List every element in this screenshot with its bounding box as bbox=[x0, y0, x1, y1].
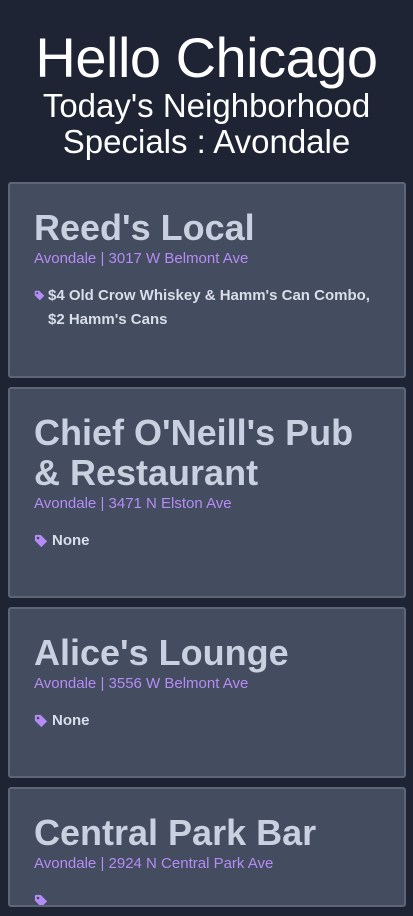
bar-special-text: $4 Old Crow Whiskey & Hamm's Can Combo, … bbox=[48, 287, 370, 328]
bar-address: Avondale | 3471 N Elston Ave bbox=[34, 495, 232, 512]
bar-special-text: None bbox=[52, 532, 90, 549]
bar-name: Alice's Lounge bbox=[34, 632, 289, 673]
bar-address: Avondale | 3556 W Belmont Ave bbox=[34, 675, 249, 692]
bar-address: Avondale | 2924 N Central Park Ave bbox=[34, 855, 274, 872]
bar-name: Central Park Bar bbox=[34, 812, 317, 853]
bar-special-text: None bbox=[52, 712, 90, 729]
page-title: Hello Chicago bbox=[35, 26, 378, 89]
bar-card[interactable]: Central Park Bar Avondale | 2924 N Centr… bbox=[8, 787, 406, 907]
tag-icon bbox=[34, 714, 48, 728]
bar-address: Avondale | 3017 W Belmont Ave bbox=[34, 250, 249, 267]
bar-list: Reed's Local Avondale | 3017 W Belmont A… bbox=[8, 182, 406, 916]
bar-card[interactable]: Chief O'Neill's Pub & Restaurant Avondal… bbox=[8, 387, 406, 598]
tag-icon bbox=[34, 534, 48, 548]
bar-special bbox=[34, 889, 380, 905]
bar-name: Reed's Local bbox=[34, 207, 255, 248]
bar-special: $4 Old Crow Whiskey & Hamm's Can Combo, … bbox=[34, 284, 380, 332]
bar-special: None bbox=[34, 709, 380, 733]
page-header: Hello Chicago Today's Neighborhood Speci… bbox=[0, 0, 413, 160]
tag-icon bbox=[34, 290, 45, 301]
bar-special: None bbox=[34, 529, 380, 553]
bar-card[interactable]: Alice's Lounge Avondale | 3556 W Belmont… bbox=[8, 607, 406, 778]
bar-name: Chief O'Neill's Pub & Restaurant bbox=[34, 412, 354, 493]
page-subtitle: Today's Neighborhood Specials : Avondale bbox=[42, 87, 371, 160]
tag-icon bbox=[34, 894, 48, 905]
bar-card[interactable]: Reed's Local Avondale | 3017 W Belmont A… bbox=[8, 182, 406, 378]
